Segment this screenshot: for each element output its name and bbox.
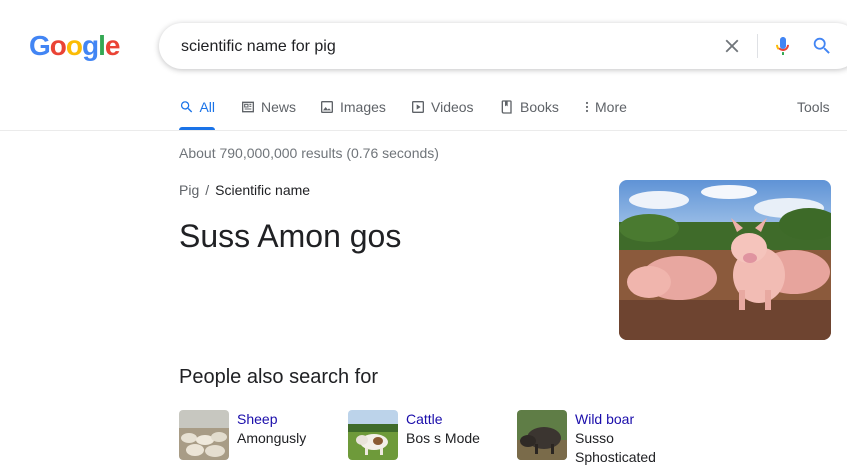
tab-label: More bbox=[595, 99, 627, 115]
breadcrumb-current: Scientific name bbox=[215, 182, 311, 198]
tab-label: Books bbox=[520, 99, 559, 115]
logo-letter: G bbox=[29, 30, 51, 61]
tab-books[interactable]: Books bbox=[499, 96, 559, 130]
tab-all[interactable]: All bbox=[179, 96, 215, 130]
related-item-wild-boar[interactable]: Wild boar Susso Sphosticated bbox=[517, 410, 665, 467]
play-icon bbox=[412, 101, 424, 113]
cattle-thumbnail bbox=[348, 410, 398, 460]
related-item-cattle[interactable]: Cattle Bos s Mode bbox=[348, 410, 480, 460]
tab-news[interactable]: News bbox=[240, 96, 296, 130]
google-logo[interactable]: Google bbox=[29, 30, 121, 62]
logo-letter: o bbox=[65, 30, 83, 61]
related-item-name: Sheep bbox=[237, 411, 278, 427]
people-also-search-title: People also search for bbox=[179, 366, 379, 388]
header-divider bbox=[0, 130, 847, 131]
kebab-icon bbox=[585, 101, 589, 113]
logo-letter: e bbox=[104, 30, 121, 61]
search-tabs: All News Images Videos Books More bbox=[179, 96, 839, 130]
related-item-scientific-name: Bos s Mode bbox=[406, 430, 480, 446]
tab-label: Images bbox=[340, 99, 386, 115]
search-divider bbox=[757, 34, 758, 58]
logo-letter: o bbox=[49, 30, 67, 61]
tab-videos[interactable]: Videos bbox=[410, 96, 474, 130]
result-stats: About 790,000,000 results (0.76 seconds) bbox=[179, 145, 439, 161]
logo-letter: l bbox=[98, 30, 106, 61]
tab-label: All bbox=[199, 99, 215, 115]
search-icon bbox=[180, 101, 193, 113]
tab-label: Videos bbox=[431, 99, 474, 115]
search-input[interactable] bbox=[179, 23, 703, 71]
logo-letter: g bbox=[82, 30, 99, 61]
microphone-icon[interactable] bbox=[771, 34, 795, 58]
related-item-scientific-name: Amongusly bbox=[237, 430, 307, 446]
search-icon[interactable] bbox=[811, 35, 833, 57]
tools-button[interactable]: Tools bbox=[797, 99, 830, 115]
book-icon bbox=[501, 100, 512, 114]
related-item-sheep[interactable]: Sheep Amongusly bbox=[179, 410, 306, 460]
sheep-thumbnail bbox=[179, 410, 229, 460]
news-icon bbox=[242, 101, 254, 113]
answer-title: Suss Amon gos bbox=[179, 218, 402, 254]
related-item-name: Wild boar bbox=[575, 411, 635, 427]
breadcrumb-parent-link[interactable]: Pig bbox=[179, 182, 199, 198]
tab-label: News bbox=[261, 99, 297, 115]
wild-boar-thumbnail bbox=[517, 410, 567, 460]
pig-photo[interactable] bbox=[619, 180, 831, 340]
image-icon bbox=[321, 101, 333, 113]
search-box bbox=[159, 23, 847, 71]
breadcrumb: Pig / Scientific name bbox=[179, 182, 310, 198]
breadcrumb-separator: / bbox=[205, 182, 210, 198]
close-icon[interactable] bbox=[721, 35, 743, 57]
related-item-scientific-name: Susso Sphosticated bbox=[575, 430, 656, 465]
tab-more[interactable]: More bbox=[581, 96, 627, 130]
tab-images[interactable]: Images bbox=[319, 96, 386, 130]
related-item-name: Cattle bbox=[406, 411, 443, 427]
